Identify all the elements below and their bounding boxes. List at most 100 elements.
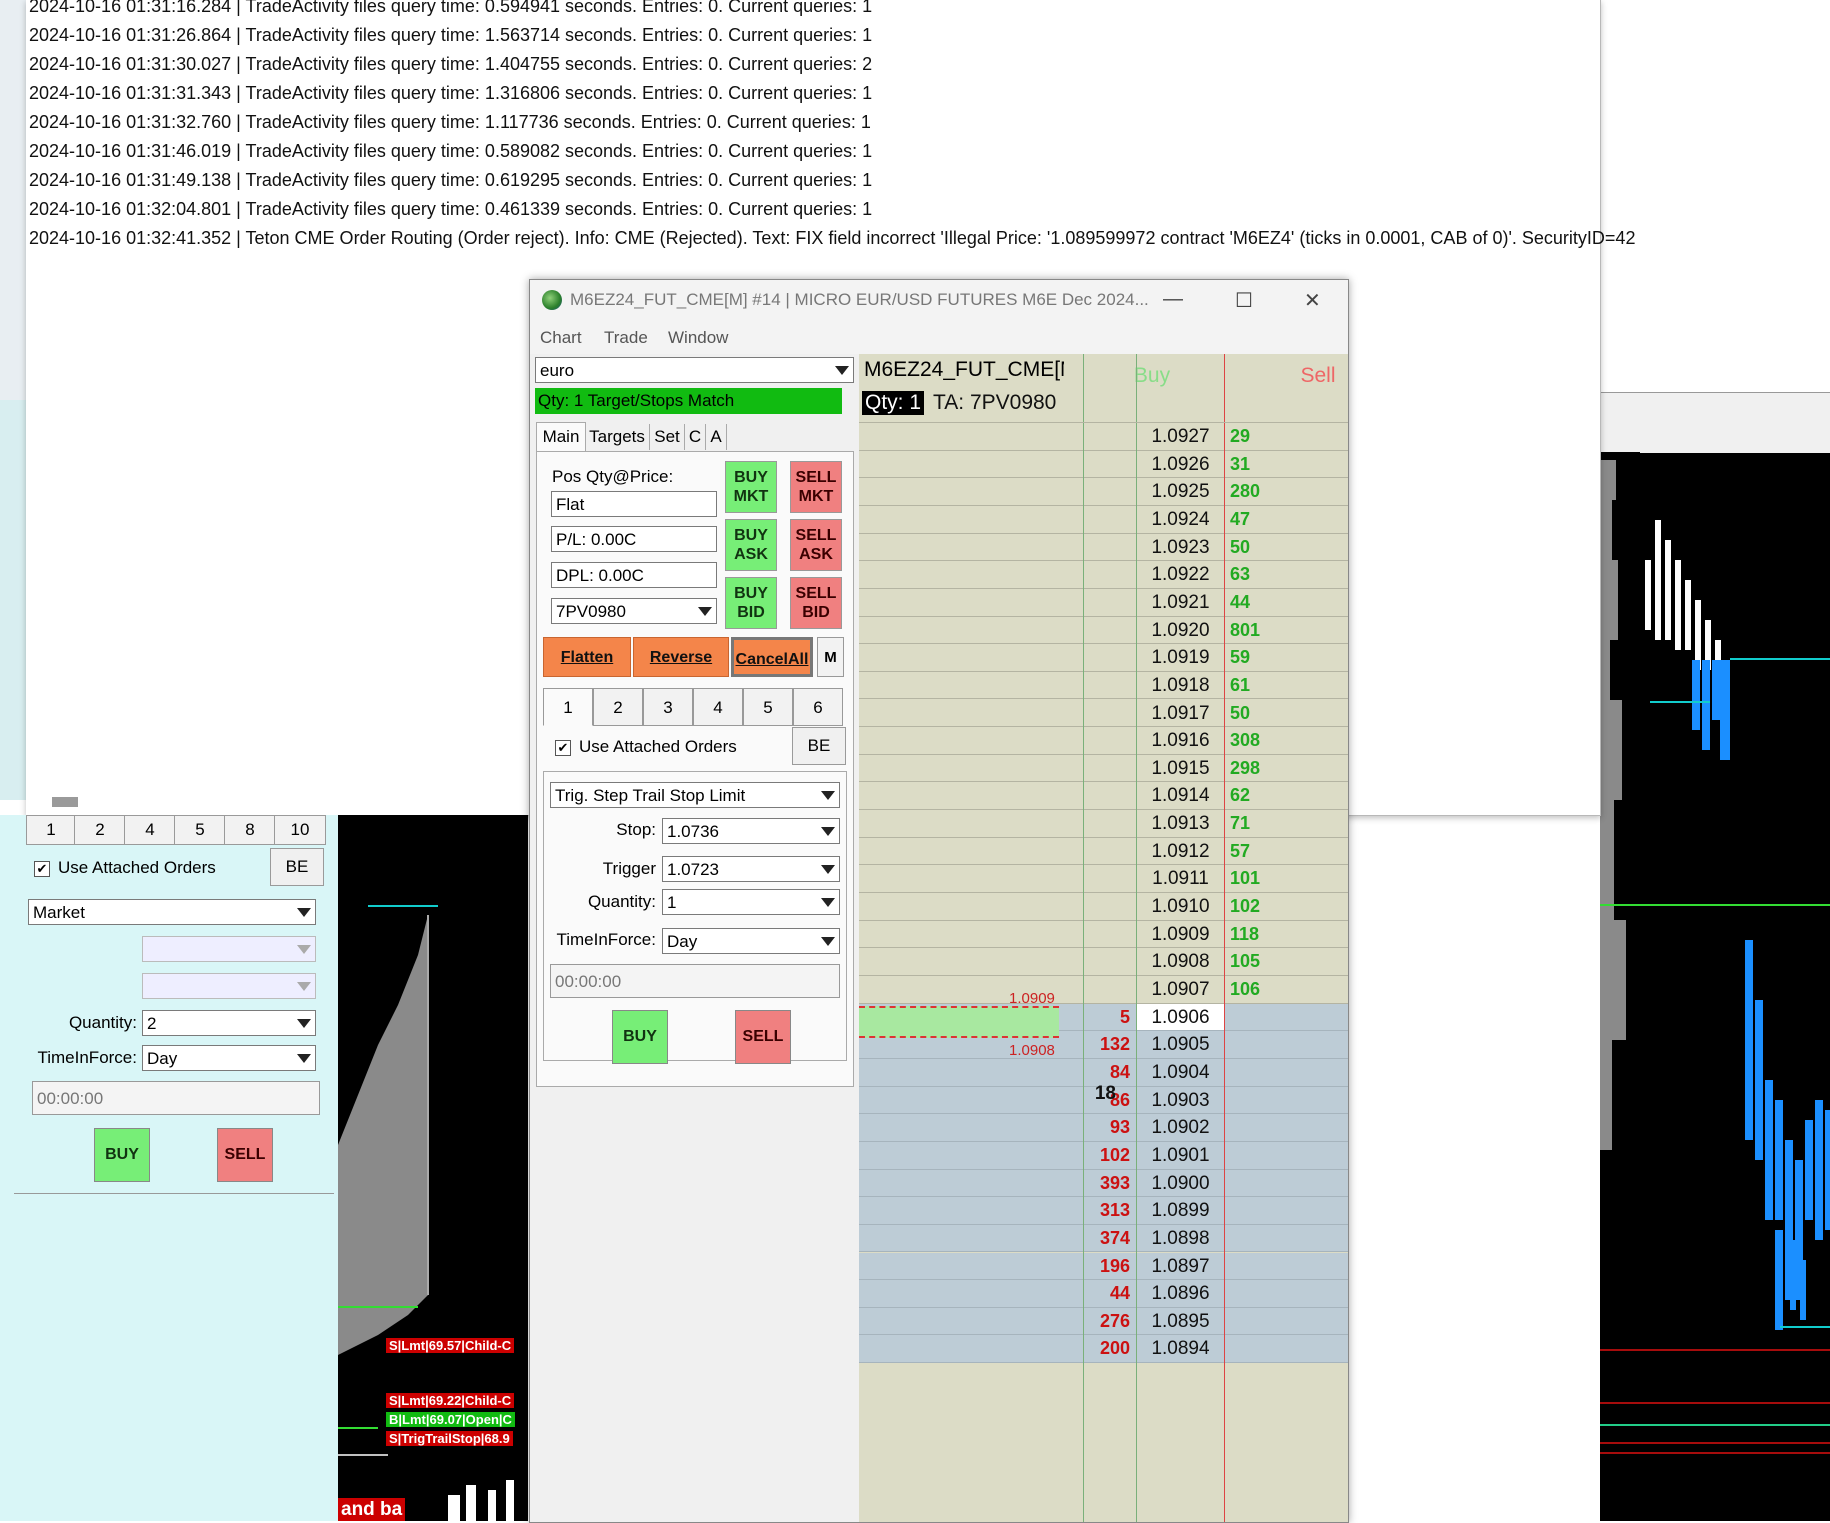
ladder-row[interactable]: 1.0914 62 xyxy=(859,782,1348,811)
ladder-row[interactable]: 1.0920 801 xyxy=(859,617,1348,645)
checkbox-checked-icon[interactable]: ✔ xyxy=(555,739,571,756)
left-tif-select[interactable]: Day xyxy=(142,1045,316,1071)
left-qty-tab-10[interactable]: 10 xyxy=(274,815,326,845)
ladder-row[interactable]: 93 1.0902 xyxy=(859,1114,1348,1142)
left-buy-button[interactable]: BUY xyxy=(94,1128,150,1182)
left-qty-tab-4[interactable]: 4 xyxy=(124,815,176,845)
tab-targets[interactable]: Targets xyxy=(585,424,650,450)
maximize-icon[interactable]: ☐ xyxy=(1235,288,1253,313)
ladder-row[interactable]: 102 1.0901 xyxy=(859,1141,1348,1170)
quantity-select[interactable]: 1 xyxy=(662,889,840,915)
buy-button[interactable]: BUY xyxy=(612,1010,668,1064)
sell-bid-button[interactable]: SELL BID xyxy=(790,577,842,629)
menu-trade[interactable]: Trade xyxy=(604,328,648,348)
qty-tab-2[interactable]: 2 xyxy=(593,688,643,726)
window-title-bar[interactable]: M6EZ24_FUT_CME[M] #14 | MICRO EUR/USD FU… xyxy=(530,280,1348,320)
stop-value: 1.0736 xyxy=(667,822,719,841)
ladder-row[interactable]: 1.0908 105 xyxy=(859,948,1348,976)
ladder-price: 1.0898 xyxy=(1151,1227,1210,1249)
ladder-row[interactable]: 1.0916 308 xyxy=(859,727,1348,755)
stop-select[interactable]: 1.0736 xyxy=(662,818,840,844)
ladder-row[interactable]: 1.0921 44 xyxy=(859,589,1348,617)
menu-chart[interactable]: Chart xyxy=(540,328,582,348)
ladder-row[interactable]: 1.0919 59 xyxy=(859,644,1348,672)
quantity-value: 1 xyxy=(667,893,677,912)
left-qty-tab-5[interactable]: 5 xyxy=(174,815,226,845)
left-qty-tab-1[interactable]: 1 xyxy=(26,815,76,845)
order-label[interactable]: S|Lmt|69.22|Child-C xyxy=(386,1393,515,1408)
ladder-row[interactable]: 1.0922 63 xyxy=(859,561,1348,589)
left-quantity-select[interactable]: 2 xyxy=(142,1010,316,1036)
ladder-row[interactable]: 393 1.0900 xyxy=(859,1169,1348,1198)
sell-market-button[interactable]: SELL MKT xyxy=(790,461,842,513)
left-time-field[interactable]: 00:00:00 xyxy=(32,1081,320,1115)
ladder-row[interactable]: 1.0917 50 xyxy=(859,700,1348,728)
tab-c[interactable]: C xyxy=(685,424,706,450)
left-qty-tab-2[interactable]: 2 xyxy=(74,815,126,845)
cancel-all-button[interactable]: CancelAll xyxy=(731,637,813,677)
ladder-row[interactable]: 1.0910 102 xyxy=(859,893,1348,921)
ladder-row[interactable]: 1.0911 101 xyxy=(859,865,1348,894)
left-sell-button[interactable]: SELL xyxy=(217,1128,273,1182)
time-field[interactable]: 00:00:00 xyxy=(550,964,840,998)
ladder-row[interactable]: 1.0925 280 xyxy=(859,478,1348,506)
bid-size: 93 xyxy=(1109,1117,1130,1138)
working-order-marker[interactable] xyxy=(859,1006,1059,1038)
left-trade-panel: 1 2 4 5 8 10 ✔ Use Attached Orders BE Mar… xyxy=(0,815,338,1521)
ladder-row[interactable]: 276 1.0895 xyxy=(859,1307,1348,1336)
qty-tab-5[interactable]: 5 xyxy=(743,688,793,726)
reverse-button[interactable]: Reverse xyxy=(633,637,729,677)
ladder-row[interactable]: 1.0918 61 xyxy=(859,672,1348,700)
ladder-row[interactable]: 374 1.0898 xyxy=(859,1224,1348,1253)
ladder-row[interactable]: 1.0909 118 xyxy=(859,921,1348,949)
left-qty-tab-8[interactable]: 8 xyxy=(224,815,276,845)
order-label[interactable]: S|TrigTrailStop|68.9 xyxy=(386,1431,513,1446)
ladder-row[interactable]: 196 1.0897 xyxy=(859,1252,1348,1281)
tif-select[interactable]: Day xyxy=(662,928,840,954)
buy-market-button[interactable]: BUY MKT xyxy=(725,461,777,513)
ladder-row[interactable]: 1.0915 298 xyxy=(859,755,1348,783)
qty-tab-6[interactable]: 6 xyxy=(793,688,843,726)
left-order-type-select[interactable]: Market xyxy=(28,899,316,925)
qty-tab-4[interactable]: 4 xyxy=(693,688,743,726)
tab-a[interactable]: A xyxy=(706,424,727,450)
ladder-row[interactable]: 1.0927 29 xyxy=(859,423,1348,451)
blue-candles xyxy=(1692,660,1830,1330)
ladder-row[interactable]: 1.0912 57 xyxy=(859,838,1348,866)
price-ladder[interactable]: M6EZ24_FUT_CME[M Qty: 1 TA: 7PV0980 Buy … xyxy=(859,354,1348,1522)
account-select[interactable]: 7PV0980 xyxy=(551,598,717,624)
ladder-row[interactable]: 313 1.0899 xyxy=(859,1197,1348,1225)
close-icon[interactable]: ✕ xyxy=(1304,288,1321,313)
qty-tab-3[interactable]: 3 xyxy=(643,688,693,726)
m-button[interactable]: M xyxy=(817,637,844,677)
menu-window[interactable]: Window xyxy=(668,328,728,348)
left-be-button[interactable]: BE xyxy=(270,848,324,886)
log-scrollbar-thumb[interactable] xyxy=(52,797,78,807)
ladder-row[interactable]: 1.0923 50 xyxy=(859,534,1348,562)
ladder-row[interactable]: 1.0924 47 xyxy=(859,506,1348,534)
use-attached-orders[interactable]: ✔ Use Attached Orders xyxy=(555,737,737,757)
minimize-icon[interactable]: — xyxy=(1163,288,1183,311)
left-price-chart[interactable]: S|Lmt|69.57|Child-C S|Lmt|69.22|Child-C … xyxy=(338,815,528,1521)
qty-tab-1[interactable]: 1 xyxy=(543,688,593,726)
order-label[interactable]: B|Lmt|69.07|Open|C xyxy=(386,1412,515,1427)
attached-order-type-select[interactable]: Trig. Step Trail Stop Limit xyxy=(550,782,840,808)
be-button[interactable]: BE xyxy=(792,727,846,765)
flatten-button[interactable]: Flatten xyxy=(543,637,631,677)
sell-button[interactable]: SELL xyxy=(735,1010,791,1064)
ladder-row[interactable]: 200 1.0894 xyxy=(859,1335,1348,1364)
checkbox-checked-icon[interactable]: ✔ xyxy=(34,860,50,877)
order-label[interactable]: S|Lmt|69.57|Child-C xyxy=(386,1338,515,1353)
left-use-attached-orders[interactable]: ✔ Use Attached Orders xyxy=(34,858,216,878)
ladder-row[interactable]: 1.0926 31 xyxy=(859,451,1348,479)
buy-bid-button[interactable]: BUY BID xyxy=(725,577,777,629)
ladder-row[interactable]: 1.0913 71 xyxy=(859,810,1348,838)
tab-set[interactable]: Set xyxy=(650,424,685,450)
trigger-select[interactable]: 1.0723 xyxy=(662,856,840,882)
ladder-row[interactable]: 1.0907 106 xyxy=(859,976,1348,1004)
ladder-row[interactable]: 44 1.0896 xyxy=(859,1280,1348,1308)
tab-main[interactable]: Main xyxy=(536,422,586,452)
sell-ask-button[interactable]: SELL ASK xyxy=(790,519,842,571)
buy-ask-button[interactable]: BUY ASK xyxy=(725,519,777,571)
symbol-search-input[interactable]: euro xyxy=(535,357,854,383)
